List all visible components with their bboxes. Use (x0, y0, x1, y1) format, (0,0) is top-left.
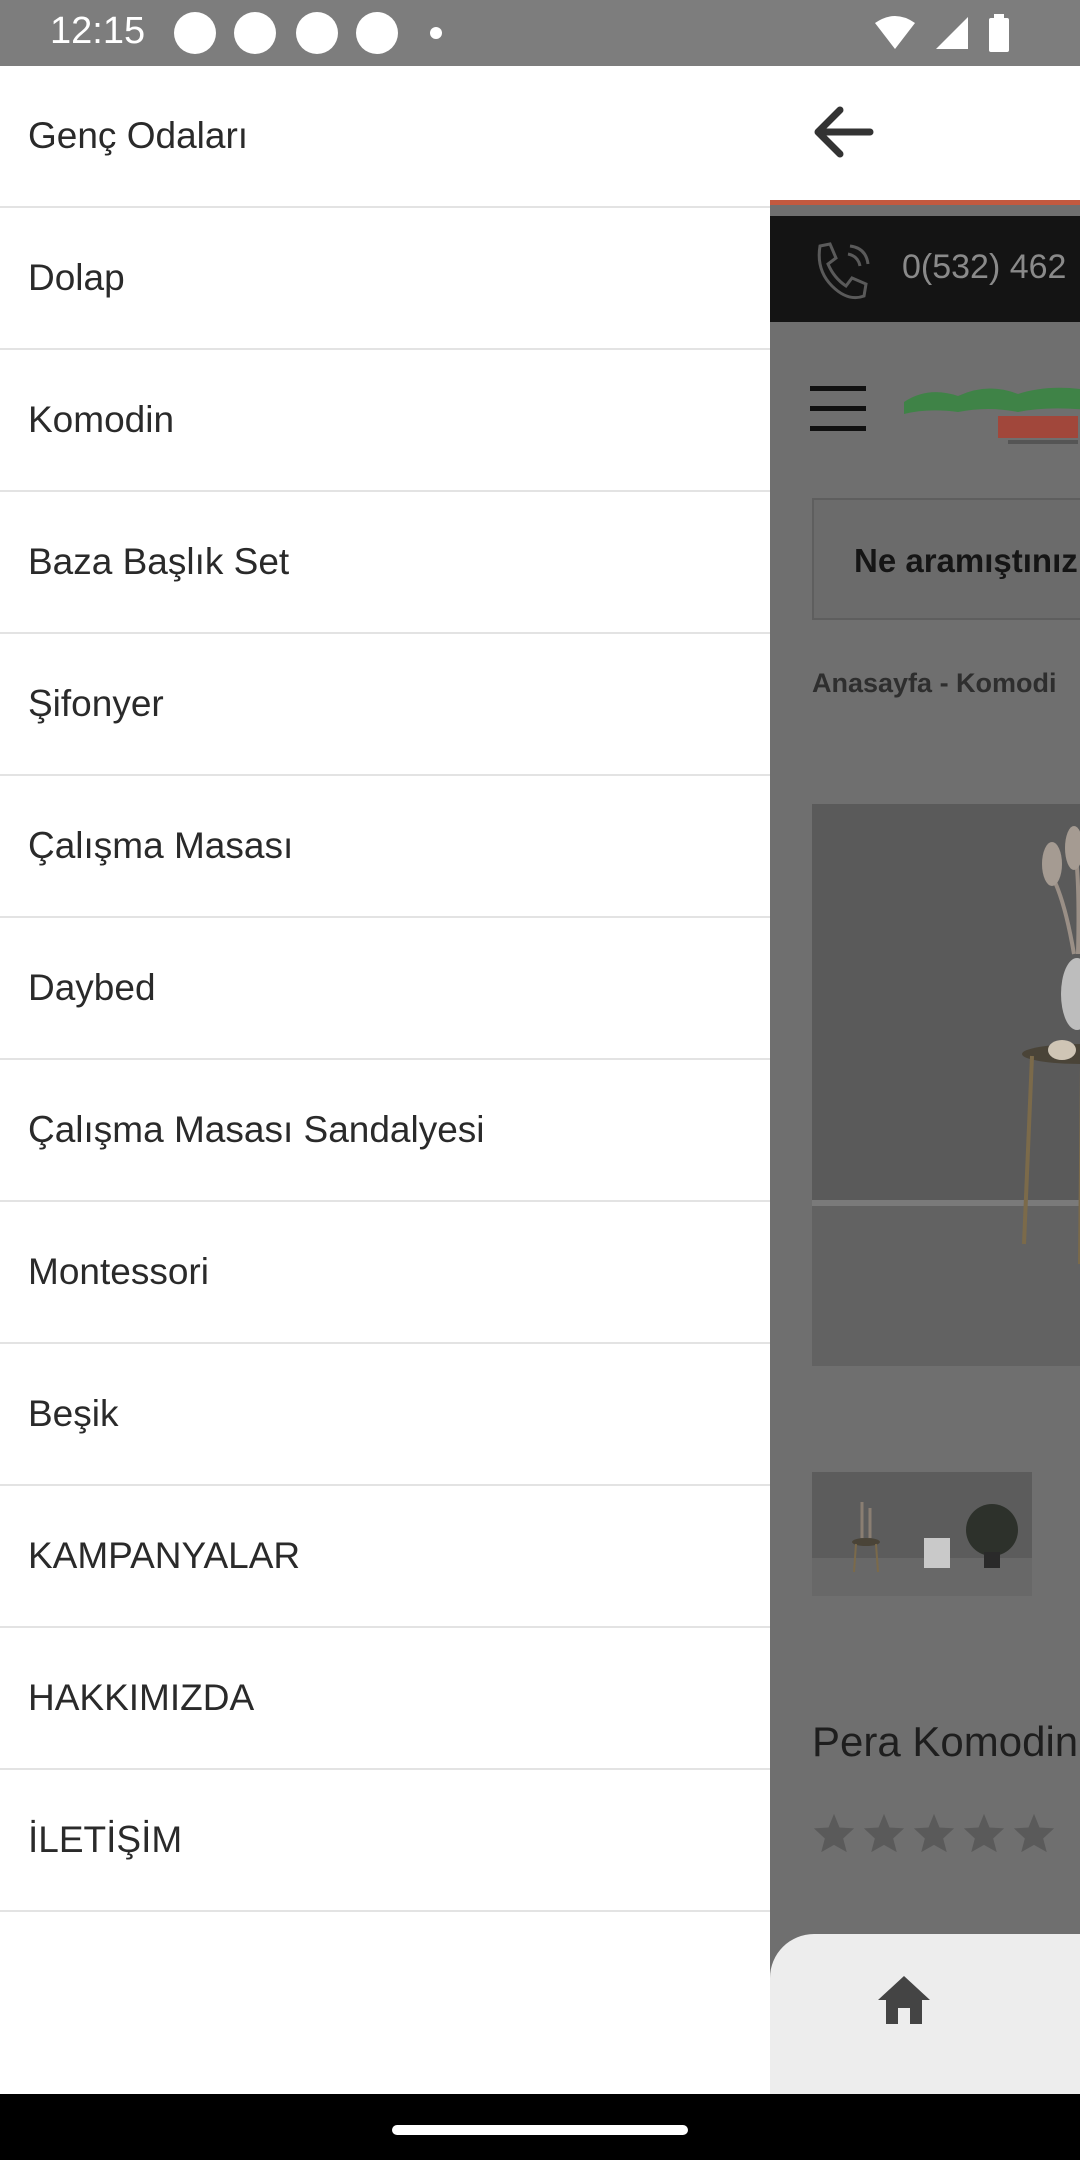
notification-icon (296, 12, 338, 54)
drawer-item-sifonyer[interactable]: Şifonyer (0, 634, 770, 776)
drawer-item-dolap[interactable]: Dolap (0, 208, 770, 350)
drawer-item-daybed[interactable]: Daybed (0, 918, 770, 1060)
star-icon (963, 1813, 1005, 1853)
drawer-item-label: Dolap (28, 257, 125, 298)
accent-divider (770, 200, 1080, 205)
drawer-item-iletisim[interactable]: İLETİŞİM (0, 1770, 770, 1912)
product-thumbnail[interactable] (812, 1472, 1032, 1596)
drawer-item-calisma-masasi-sandalyesi[interactable]: Çalışma Masası Sandalyesi (0, 1060, 770, 1202)
star-icon (1013, 1813, 1055, 1853)
product-title[interactable]: Pera Komodin (812, 1718, 1078, 1766)
drawer-item-baza-baslik-set[interactable]: Baza Başlık Set (0, 492, 770, 634)
star-icon (913, 1813, 955, 1853)
system-navigation-bar (0, 2094, 1080, 2160)
drawer-item-hakkimizda[interactable]: HAKKIMIZDA (0, 1628, 770, 1770)
rating-stars (812, 1812, 1056, 1854)
drawer-item-label: İLETİŞİM (28, 1819, 183, 1860)
home-gesture-pill[interactable] (392, 2125, 688, 2135)
drawer-item-besik[interactable]: Beşik (0, 1344, 770, 1486)
product-image[interactable] (812, 804, 1080, 1366)
drawer-item-genc-odalari[interactable]: Genç Odaları (0, 66, 770, 208)
product-photo (812, 804, 1080, 1366)
drawer-item-label: Şifonyer (28, 683, 164, 724)
notification-icon (356, 12, 398, 54)
drawer-item-komodin[interactable]: Komodin (0, 350, 770, 492)
brand-logo[interactable] (898, 372, 1080, 452)
star-icon (813, 1813, 855, 1853)
back-arrow-icon[interactable] (810, 102, 874, 162)
drawer-item-montessori[interactable]: Montessori (0, 1202, 770, 1344)
drawer-item-label: KAMPANYALAR (28, 1535, 301, 1576)
status-time: 12:15 (50, 10, 146, 52)
navigation-drawer: Genç Odaları Dolap Komodin Baza Başlık S… (0, 66, 770, 2094)
battery-icon (989, 14, 1009, 52)
thumbnail-photo (812, 1472, 1032, 1596)
phone-number[interactable]: 0(532) 462 (902, 248, 1066, 287)
drawer-item-kampanyalar[interactable]: KAMPANYALAR (0, 1486, 770, 1628)
more-dot-icon (430, 27, 442, 39)
drawer-item-calisma-masasi[interactable]: Çalışma Masası (0, 776, 770, 918)
drawer-item-label: Çalışma Masası (28, 825, 294, 866)
hamburger-menu-icon[interactable] (810, 384, 866, 434)
wifi-icon (875, 16, 915, 49)
background-webpage: 0(532) 462 Ne aramıştınız Anasayfa - Kom… (770, 66, 1080, 2094)
drawer-item-label: HAKKIMIZDA (28, 1677, 255, 1718)
drawer-item-label: Beşik (28, 1393, 119, 1434)
drawer-item-label: Baza Başlık Set (28, 541, 290, 582)
home-icon[interactable] (876, 1974, 932, 2026)
drawer-item-label: Genç Odaları (28, 115, 249, 156)
notification-icon (234, 12, 276, 54)
status-icons (874, 14, 1010, 52)
drawer-item-label: Montessori (28, 1251, 209, 1292)
search-placeholder[interactable]: Ne aramıştınız (854, 542, 1078, 580)
notification-icon (174, 12, 216, 54)
breadcrumb[interactable]: Anasayfa - Komodi (812, 668, 1057, 699)
drawer-item-label: Çalışma Masası Sandalyesi (28, 1109, 485, 1150)
drawer-item-label: Daybed (28, 967, 156, 1008)
signal-icon (936, 17, 968, 49)
status-bar: 12:15 (0, 0, 1080, 66)
star-icon (863, 1813, 905, 1853)
phone-icon[interactable] (808, 240, 878, 306)
drawer-item-label: Komodin (28, 399, 175, 440)
